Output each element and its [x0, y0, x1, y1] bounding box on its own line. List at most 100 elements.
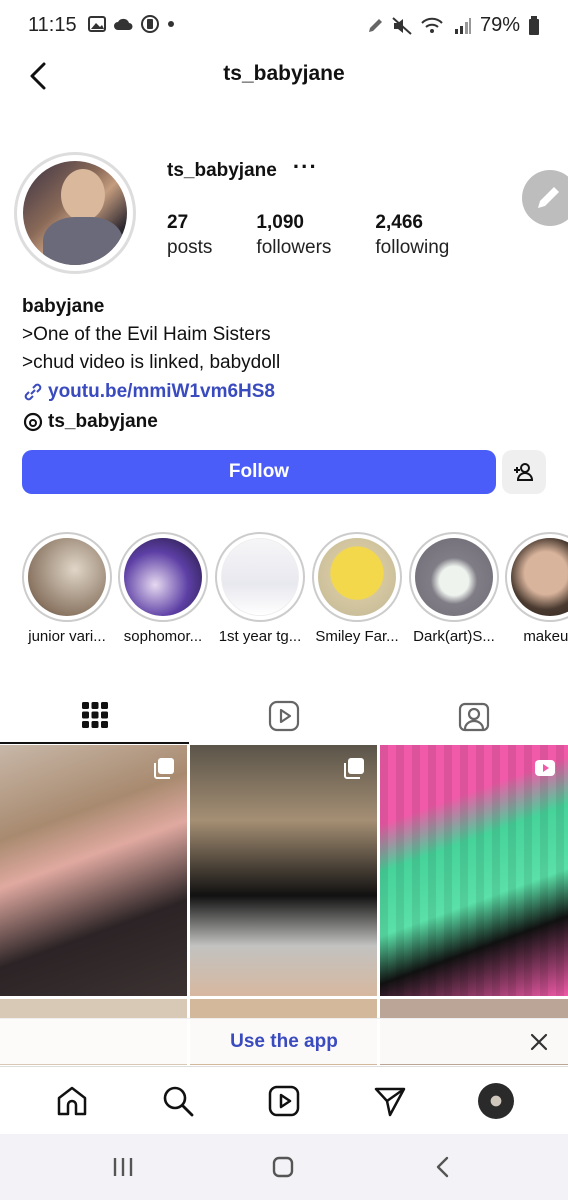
highlight-item[interactable]: 1st year tg... — [215, 532, 305, 645]
threads-link[interactable]: ts_babyjane — [22, 411, 542, 433]
avatar-image — [23, 161, 127, 265]
status-left-icons — [88, 14, 175, 34]
banner-close-button[interactable] — [528, 1031, 550, 1053]
add-user-icon — [514, 463, 534, 481]
highlight-item[interactable]: sophomor... — [118, 532, 208, 645]
close-icon — [530, 1033, 548, 1051]
stat-posts-label: posts — [167, 237, 213, 258]
tab-tagged[interactable] — [379, 688, 568, 744]
nav-messages[interactable] — [372, 1083, 408, 1119]
highlight-item[interactable]: makeup — [505, 532, 568, 645]
tab-posts-grid[interactable] — [0, 688, 189, 744]
suggested-users-button[interactable] — [502, 450, 546, 494]
mute-icon — [392, 16, 412, 35]
profile-username: ts_babyjane — [167, 160, 277, 181]
status-time: 11:15 — [28, 14, 77, 36]
search-icon — [163, 1086, 194, 1117]
pencil-icon — [538, 187, 559, 208]
system-nav-bar — [0, 1134, 568, 1200]
bio-name: babyjane — [22, 296, 105, 317]
home-icon — [57, 1086, 87, 1116]
stat-followers[interactable]: 1,090 followers — [256, 212, 331, 259]
nav-home[interactable] — [54, 1083, 90, 1119]
bio-line-1: >One of the Evil Haim Sisters — [22, 324, 271, 345]
highlight-ring — [22, 532, 112, 622]
page-title: ts_babyjane — [223, 62, 345, 85]
chevron-left-icon — [436, 1156, 449, 1178]
pen-icon — [366, 17, 384, 35]
highlight-label: makeup — [523, 628, 568, 645]
link-icon — [22, 381, 44, 403]
bio-line-2: >chud video is linked, babydoll — [22, 352, 281, 373]
nav-reels[interactable] — [266, 1083, 302, 1119]
carousel-icon — [154, 758, 174, 779]
use-app-banner: Use the app — [0, 1018, 568, 1064]
use-app-link[interactable]: Use the app — [0, 1031, 568, 1053]
highlight-item[interactable]: Dark(art)S... — [409, 532, 499, 645]
battery-icon — [528, 15, 540, 36]
nav-search[interactable] — [160, 1083, 196, 1119]
post-thumbnail[interactable] — [380, 745, 568, 996]
highlight-image — [124, 538, 202, 616]
system-back-button[interactable] — [428, 1154, 458, 1180]
grid-icon — [81, 702, 108, 728]
stat-posts[interactable]: 27 posts — [167, 212, 212, 259]
profile-tabs — [0, 688, 568, 744]
post-thumbnail[interactable] — [0, 745, 187, 996]
highlight-image — [28, 538, 106, 616]
dot-icon — [167, 20, 175, 28]
posts-grid — [0, 745, 568, 1065]
home-button[interactable] — [268, 1154, 298, 1180]
stat-followers-count: 1,090 — [256, 212, 304, 233]
highlight-label: Dark(art)S... — [413, 628, 495, 645]
highlight-image — [318, 538, 396, 616]
follow-button[interactable]: Follow — [22, 450, 496, 494]
bio-link[interactable]: youtu.be/mmiW1vm6HS8 — [22, 381, 542, 403]
recent-apps-icon — [113, 1158, 133, 1176]
app-icon — [140, 14, 160, 34]
wifi-icon — [420, 17, 446, 35]
threads-icon — [22, 411, 44, 433]
status-right: 79% — [366, 14, 540, 37]
edit-floating-button[interactable] — [522, 170, 568, 226]
reels-icon — [268, 700, 299, 732]
bio-link-text: youtu.be/mmiW1vm6HS8 — [48, 381, 275, 402]
profile-stats: 27 posts 1,090 followers 2,466 following — [167, 212, 493, 259]
reel-icon — [535, 760, 555, 776]
carousel-icon — [344, 758, 364, 779]
more-options-button[interactable]: ··· — [293, 154, 318, 180]
stat-following-label: following — [375, 237, 450, 258]
highlight-label: Smiley Far... — [315, 628, 399, 645]
tagged-icon — [458, 702, 489, 732]
stat-following[interactable]: 2,466 following — [375, 212, 449, 259]
stat-followers-label: followers — [256, 237, 332, 258]
bottom-nav — [0, 1066, 568, 1132]
battery-text: 79% — [479, 14, 520, 36]
highlight-label: sophomor... — [123, 628, 203, 645]
highlight-ring — [215, 532, 305, 622]
reels-icon — [268, 1085, 300, 1117]
highlight-item[interactable]: junior vari... — [22, 532, 112, 645]
highlight-label: junior vari... — [28, 628, 106, 645]
highlight-item[interactable]: Smiley Far... — [312, 532, 402, 645]
story-highlights: junior vari... sophomor... 1st year tg..… — [0, 532, 568, 652]
stat-posts-count: 27 — [167, 212, 189, 233]
username-row: ts_babyjane ··· — [167, 154, 318, 182]
threads-handle: ts_babyjane — [48, 411, 158, 432]
status-bar: 11:15 79% — [0, 0, 568, 52]
highlight-image — [415, 538, 493, 616]
nav-profile-avatar[interactable] — [478, 1083, 514, 1119]
highlight-ring — [409, 532, 499, 622]
profile-avatar[interactable] — [14, 152, 136, 274]
highlight-image — [221, 538, 299, 616]
post-thumbnail[interactable] — [190, 745, 377, 996]
highlight-ring — [505, 532, 568, 622]
profile-header: ts_babyjane — [0, 52, 568, 98]
gallery-icon — [88, 16, 106, 32]
cloud-icon — [113, 17, 133, 31]
send-icon — [374, 1087, 406, 1117]
recent-apps-button[interactable] — [108, 1154, 138, 1180]
highlight-ring — [312, 532, 402, 622]
profile-bio: babyjane >One of the Evil Haim Sisters >… — [22, 296, 542, 433]
tab-reels[interactable] — [189, 688, 378, 744]
